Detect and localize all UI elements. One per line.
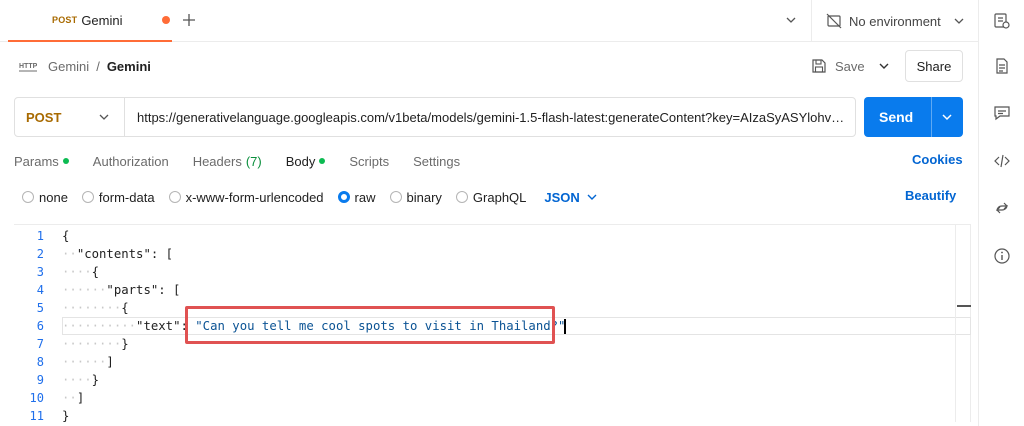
- environment-selector[interactable]: No environment: [812, 0, 978, 42]
- request-name[interactable]: Gemini: [107, 59, 151, 74]
- headers-count: (7): [245, 153, 262, 169]
- tab-headers[interactable]: Headers (7): [193, 154, 262, 169]
- unsaved-dot: [162, 16, 170, 24]
- save-icon: [812, 59, 826, 73]
- body-dot: [319, 158, 326, 164]
- info-icon[interactable]: [993, 247, 1011, 265]
- request-tabs: Params Authorization Headers (7) Body Scr…: [14, 152, 484, 170]
- tab-method: POST: [52, 15, 78, 25]
- cookies-link[interactable]: Cookies: [912, 152, 963, 167]
- breadcrumb: HTTP Gemini / Gemini: [18, 56, 151, 76]
- send-button[interactable]: Send: [864, 97, 963, 137]
- request-tab-gemini[interactable]: POST Gemini: [8, 0, 172, 42]
- line-number: 11: [29, 409, 44, 423]
- share-button[interactable]: Share: [905, 50, 963, 82]
- chevron-down-icon[interactable]: [940, 110, 954, 124]
- breadcrumb-separator: /: [96, 58, 100, 74]
- method-value: POST: [26, 109, 62, 125]
- chevron-down-icon[interactable]: [783, 12, 799, 28]
- radio[interactable]: [22, 191, 34, 203]
- tab-authorization[interactable]: Authorization: [93, 154, 169, 169]
- save-button[interactable]: Save: [811, 52, 871, 80]
- body-language-select[interactable]: JSON: [544, 190, 597, 205]
- url-input[interactable]: https://generativelanguage.googleapis.co…: [137, 110, 845, 125]
- tab-name: Gemini: [81, 12, 123, 28]
- tab-params[interactable]: Params: [14, 154, 69, 169]
- code-line: {: [62, 229, 70, 243]
- code-line: ····{: [62, 265, 100, 279]
- code-line: ··"contents": [: [62, 247, 174, 261]
- breadcrumb-collection[interactable]: Gemini: [48, 59, 89, 74]
- svg-text:HTTP: HTTP: [19, 63, 38, 70]
- line-number: 4: [36, 283, 44, 297]
- code-icon[interactable]: [993, 152, 1011, 170]
- body-type-raw[interactable]: raw: [337, 190, 376, 205]
- body-type-graphql[interactable]: GraphQL: [455, 190, 526, 205]
- http-icon: HTTP: [19, 63, 38, 72]
- radio[interactable]: [168, 191, 181, 203]
- code-line: }: [62, 409, 70, 423]
- plus-icon: [183, 14, 195, 26]
- body-type-none[interactable]: none: [22, 190, 68, 205]
- radio[interactable]: [389, 191, 402, 203]
- documentation-icon[interactable]: [993, 57, 1011, 75]
- code-line: ······"parts": [: [62, 283, 181, 297]
- line-number: 2: [36, 247, 44, 261]
- new-tab-button[interactable]: [180, 10, 198, 30]
- right-sidebar: [978, 0, 1024, 426]
- url-bar: POST https://generativelanguage.googleap…: [14, 97, 856, 137]
- line-numbers: 1 2 3 4 5 6 7 8 9 10 11: [14, 227, 44, 425]
- radio-selected[interactable]: [337, 191, 350, 203]
- line-number: 5: [36, 301, 44, 315]
- chevron-down-icon: [954, 18, 964, 24]
- line-number: 3: [36, 265, 44, 279]
- annotation-highlight-box: [185, 306, 555, 344]
- related-icon[interactable]: [993, 199, 1011, 217]
- line-number: 10: [29, 391, 44, 405]
- send-divider: [931, 97, 932, 137]
- line-number: 6: [36, 319, 44, 333]
- chevron-down-icon: [587, 194, 597, 200]
- environment-label: No environment: [849, 13, 941, 29]
- code-line: ····}: [62, 373, 100, 387]
- body-type-binary[interactable]: binary: [389, 190, 442, 205]
- no-environment-icon: [826, 13, 842, 29]
- send-label: Send: [879, 109, 914, 125]
- body-type-urlencoded[interactable]: x-www-form-urlencoded: [168, 190, 324, 205]
- line-number: 7: [36, 337, 44, 351]
- radio[interactable]: [81, 191, 94, 203]
- tab-scripts[interactable]: Scripts: [349, 154, 389, 169]
- body-type-form-data[interactable]: form-data: [81, 190, 155, 205]
- tab-body[interactable]: Body: [286, 154, 326, 169]
- line-number: 9: [36, 373, 44, 387]
- line-number: 1: [36, 229, 44, 243]
- tab-settings[interactable]: Settings: [413, 154, 460, 169]
- editor-scrollbar-track[interactable]: [955, 224, 956, 422]
- code-line: ··]: [62, 391, 85, 405]
- method-select[interactable]: POST: [15, 98, 125, 136]
- comments-icon[interactable]: [993, 104, 1011, 122]
- chevron-down-icon: [99, 114, 109, 120]
- body-type-selector: none form-data x-www-form-urlencoded raw…: [22, 188, 598, 206]
- save-label: Save: [835, 58, 865, 74]
- radio[interactable]: [455, 191, 468, 203]
- line-number: 8: [36, 355, 44, 369]
- beautify-button[interactable]: Beautify: [905, 188, 956, 203]
- params-dot: [62, 158, 69, 164]
- tab-bar: POST Gemini No environment: [0, 0, 978, 42]
- scroll-marker: [957, 305, 971, 307]
- code-line: ······]: [62, 355, 114, 369]
- save-options-chevron-icon[interactable]: [876, 57, 892, 75]
- environment-quick-look-icon[interactable]: [993, 12, 1011, 30]
